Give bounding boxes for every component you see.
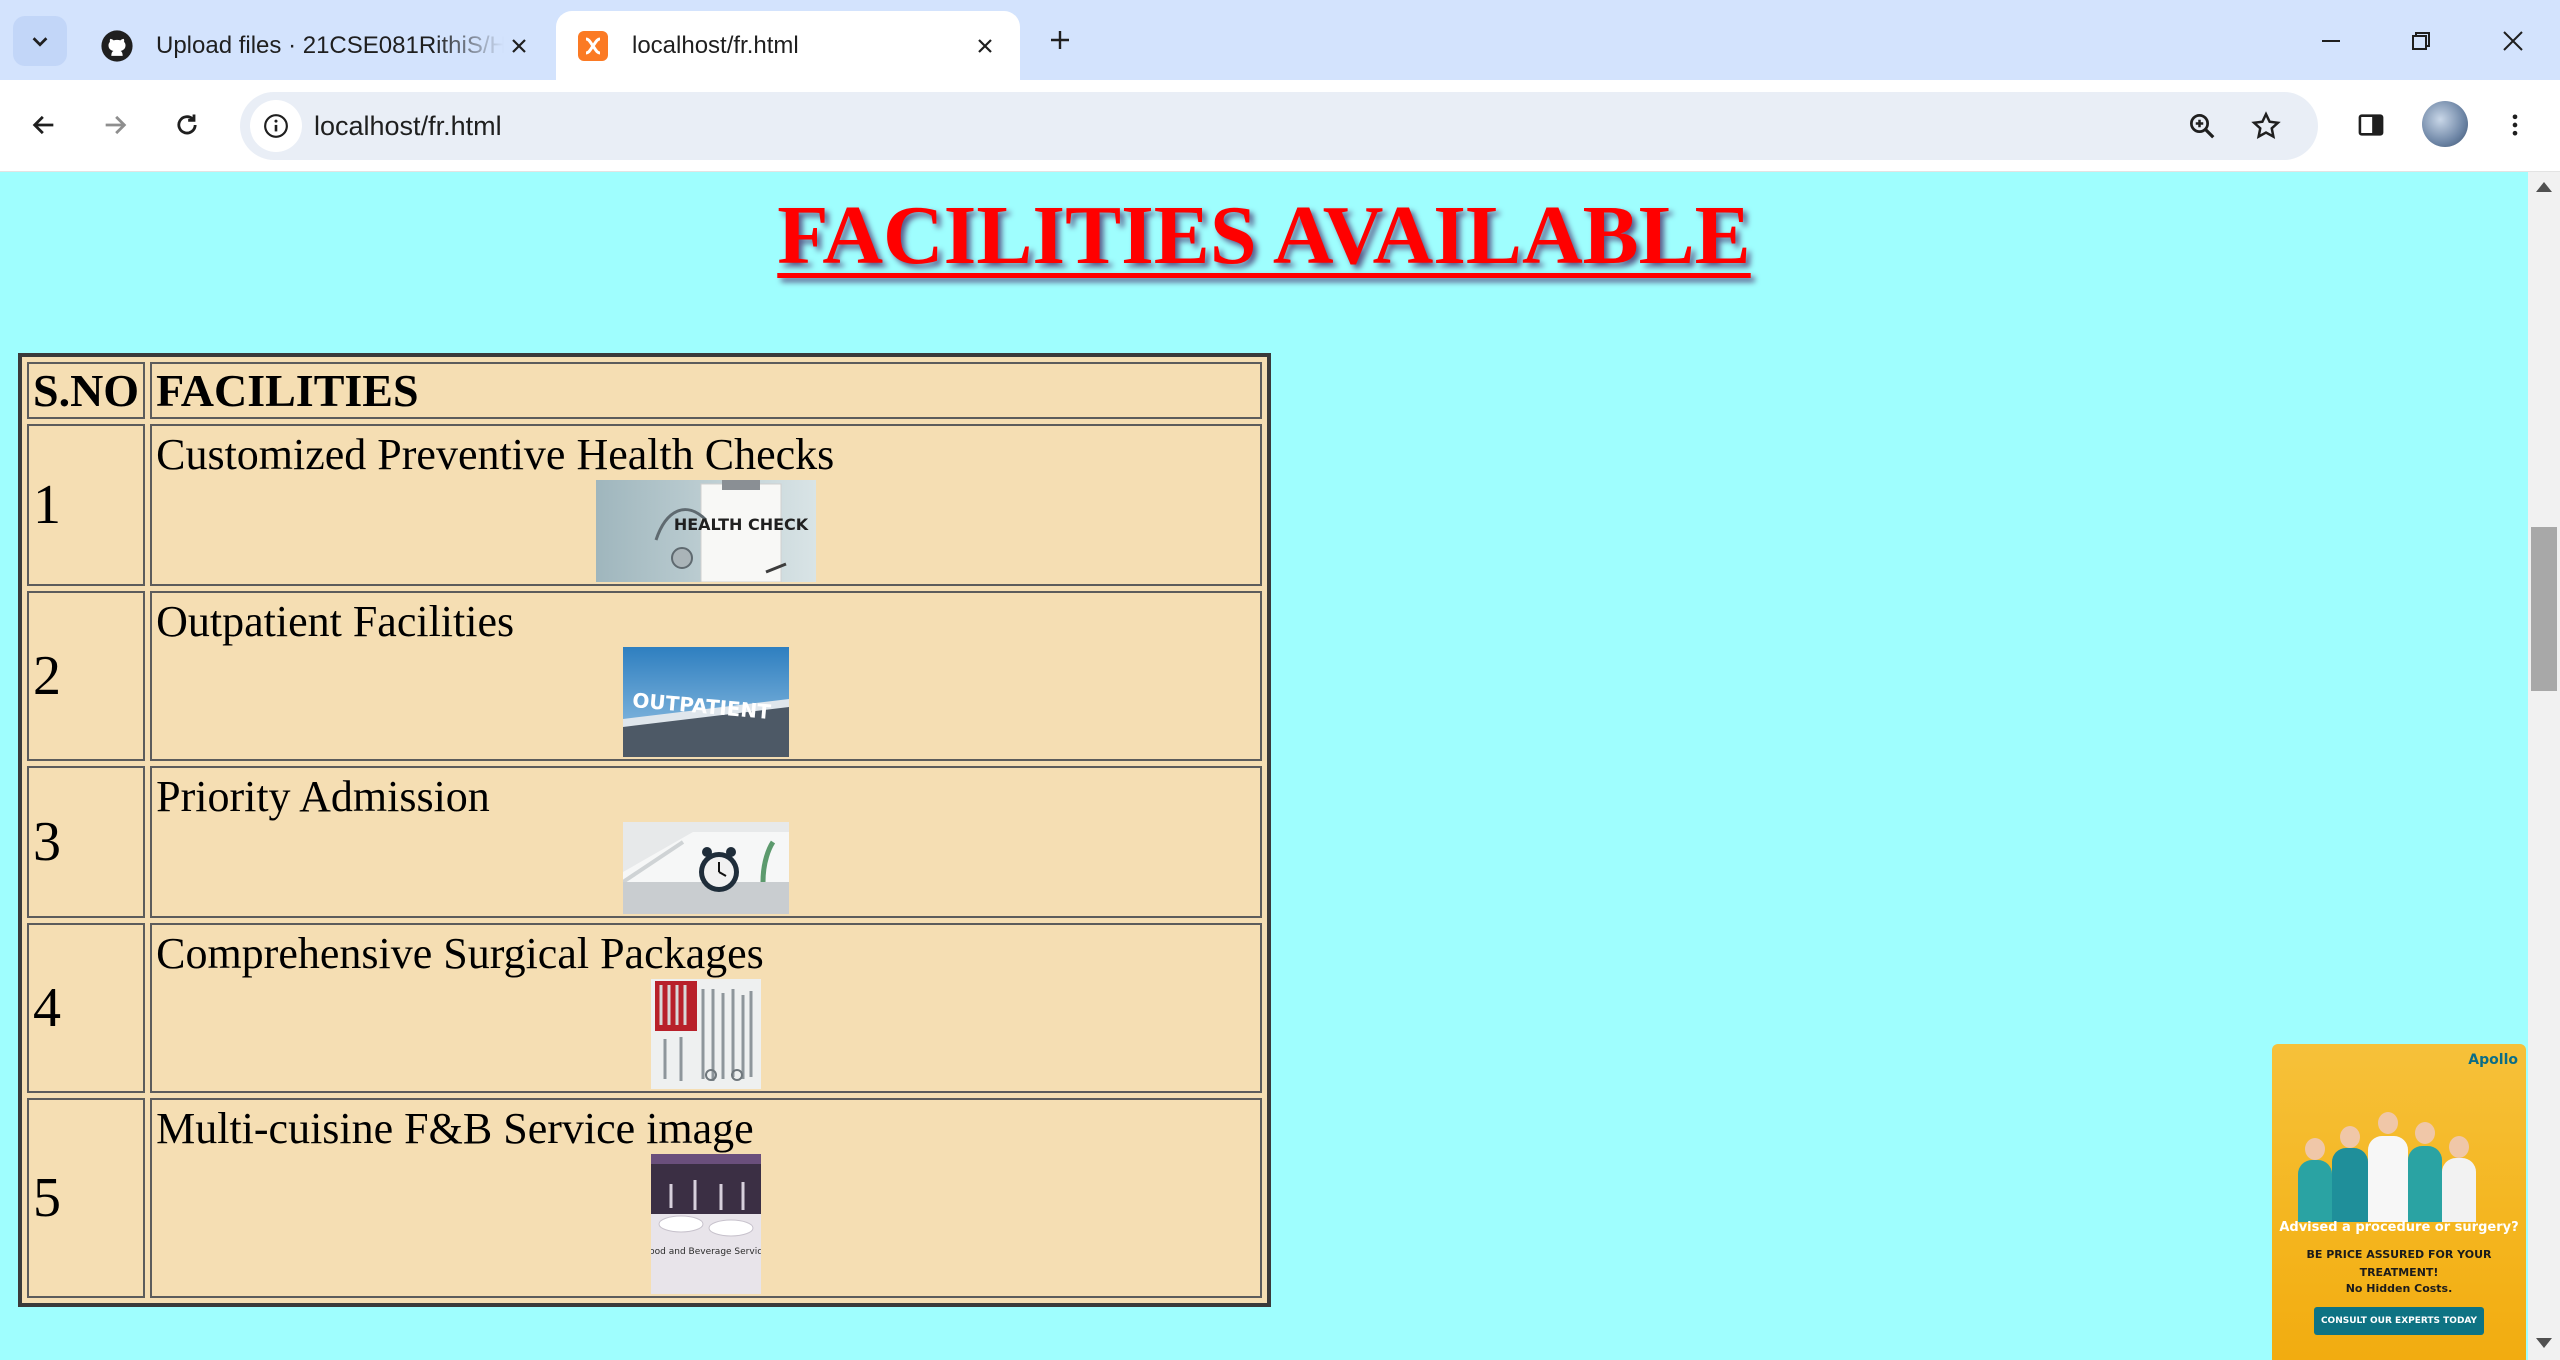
- tab-title: Upload files · 21CSE081RithiS/H: [156, 31, 504, 59]
- facilities-table: S.NO FACILITIES 1 Customized Preventive …: [18, 353, 1272, 1307]
- bookmark-star-icon[interactable]: [2246, 106, 2286, 146]
- reload-icon: [177, 114, 197, 135]
- doctor-head: [2305, 1138, 2325, 1160]
- header-facilities: FACILITIES: [150, 362, 1263, 419]
- health-check-image: HEALTH CHECK: [596, 480, 817, 582]
- doctor-head: [2378, 1112, 2398, 1134]
- facility-name: Multi-cuisine F&B Service image: [156, 1104, 754, 1153]
- table-row: 4 Comprehensive Surgical Packages: [27, 923, 1263, 1093]
- site-info-icon[interactable]: [250, 100, 302, 152]
- facility-name: Priority Admission: [156, 772, 490, 821]
- food-beverage-image: Food and Beverage Service: [651, 1154, 762, 1294]
- menu-button[interactable]: [2490, 100, 2540, 150]
- profile-avatar[interactable]: [2422, 101, 2468, 147]
- close-window-button[interactable]: [2490, 18, 2536, 64]
- new-tab-button[interactable]: [1040, 20, 1080, 60]
- page-scrollbar[interactable]: [2528, 172, 2560, 1360]
- minimize-icon: [2322, 40, 2340, 42]
- doctor-figure: [2368, 1136, 2408, 1222]
- restore-button[interactable]: [2398, 18, 2444, 64]
- doctor-figure: [2408, 1146, 2442, 1222]
- close-icon: [2503, 31, 2523, 51]
- side-panel-icon: [2358, 114, 2384, 136]
- apollo-logo: Apollo: [2468, 1052, 2518, 1068]
- minimize-button[interactable]: [2308, 18, 2354, 64]
- side-panel-button[interactable]: [2346, 100, 2396, 150]
- forward-button[interactable]: [90, 100, 140, 150]
- tab-localhost[interactable]: localhost/fr.html: [556, 11, 1020, 80]
- more-vert-icon: [2512, 114, 2518, 136]
- ad-note: No Hidden Costs.: [2345, 1282, 2453, 1295]
- table-row: 5 Multi-cuisine F&B Service image Food a…: [27, 1098, 1263, 1298]
- doctor-head: [2415, 1122, 2435, 1144]
- tab-title: localhost/fr.html: [632, 31, 799, 59]
- facility-name: Comprehensive Surgical Packages: [156, 929, 764, 978]
- alarm-clock-image: [623, 822, 790, 914]
- row-number: 4: [27, 923, 146, 1093]
- tab-strip: Upload files · 21CSE081RithiS/H localhos…: [0, 0, 2560, 80]
- facility-cell: Customized Preventive Health Checks HEAL…: [150, 424, 1263, 586]
- outpatient-image: OUTPATIENT: [623, 647, 790, 757]
- doctor-figure: [2332, 1148, 2368, 1222]
- facility-name: Customized Preventive Health Checks: [156, 430, 835, 479]
- health-check-image-text: HEALTH CHECK: [674, 515, 809, 534]
- close-tab-icon[interactable]: [504, 31, 534, 61]
- row-number: 5: [27, 1098, 146, 1298]
- food-beverage-image-text: Food and Beverage Service: [651, 1247, 761, 1257]
- restore-icon: [2412, 32, 2430, 50]
- doctor-figure: [2442, 1158, 2476, 1222]
- zoom-icon[interactable]: [2182, 106, 2222, 146]
- surgical-instruments-image: [651, 979, 762, 1089]
- table-row: 1 Customized Preventive Health Checks HE…: [27, 424, 1263, 586]
- doctor-figure: [2298, 1160, 2332, 1222]
- doctor-head: [2340, 1126, 2360, 1148]
- page-viewport: FACILITIES AVAILABLE S.NO FACILITIES 1 C…: [0, 172, 2528, 1360]
- close-tab-icon[interactable]: [970, 31, 1000, 61]
- table-row: 3 Priority Admission: [27, 766, 1263, 918]
- scroll-down-arrow-icon[interactable]: [2536, 1338, 2552, 1348]
- address-bar[interactable]: localhost/fr.html: [240, 92, 2318, 160]
- page-heading: FACILITIES AVAILABLE: [777, 189, 1751, 282]
- facility-cell: Comprehensive Surgical Packages: [150, 923, 1263, 1093]
- table-header-row: S.NO FACILITIES: [27, 362, 1263, 419]
- ad-headline: Advised a procedure or surgery?: [2279, 1220, 2519, 1235]
- ad-subline: BE PRICE ASSURED FOR YOUR TREATMENT!: [2306, 1248, 2492, 1279]
- facility-cell: Priority Admission: [150, 766, 1263, 918]
- tab-github-upload[interactable]: Upload files · 21CSE081RithiS/H: [80, 11, 554, 80]
- apollo-ad-banner[interactable]: Apollo Advised a procedure or surgery? B…: [2272, 1044, 2526, 1360]
- scroll-up-arrow-icon[interactable]: [2536, 182, 2552, 192]
- browser-toolbar: localhost/fr.html: [0, 80, 2560, 172]
- back-button[interactable]: [19, 100, 69, 150]
- row-number: 1: [27, 424, 146, 586]
- table-row: 2 Outpatient Facilities OUTPATIENT: [27, 591, 1263, 761]
- row-number: 3: [27, 766, 146, 918]
- reload-button[interactable]: [162, 100, 212, 150]
- chevron-down-icon: [32, 37, 48, 47]
- arrow-left-icon: [32, 115, 54, 135]
- facility-name: Outpatient Facilities: [156, 597, 515, 646]
- header-sno: S.NO: [27, 362, 146, 419]
- facility-cell: Multi-cuisine F&B Service image Food and…: [150, 1098, 1263, 1298]
- facility-cell: Outpatient Facilities OUTPATIENT: [150, 591, 1263, 761]
- ad-cta-button[interactable]: CONSULT OUR EXPERTS TODAY: [2314, 1307, 2484, 1335]
- doctor-head: [2449, 1136, 2469, 1158]
- arrow-right-icon: [105, 115, 127, 135]
- url-text[interactable]: localhost/fr.html: [314, 92, 502, 160]
- tab-search-button[interactable]: [13, 16, 67, 66]
- plus-icon: [1051, 31, 1069, 49]
- row-number: 2: [27, 591, 146, 761]
- github-icon: [100, 29, 134, 63]
- scrollbar-thumb[interactable]: [2531, 527, 2557, 691]
- xampp-icon: [576, 29, 610, 63]
